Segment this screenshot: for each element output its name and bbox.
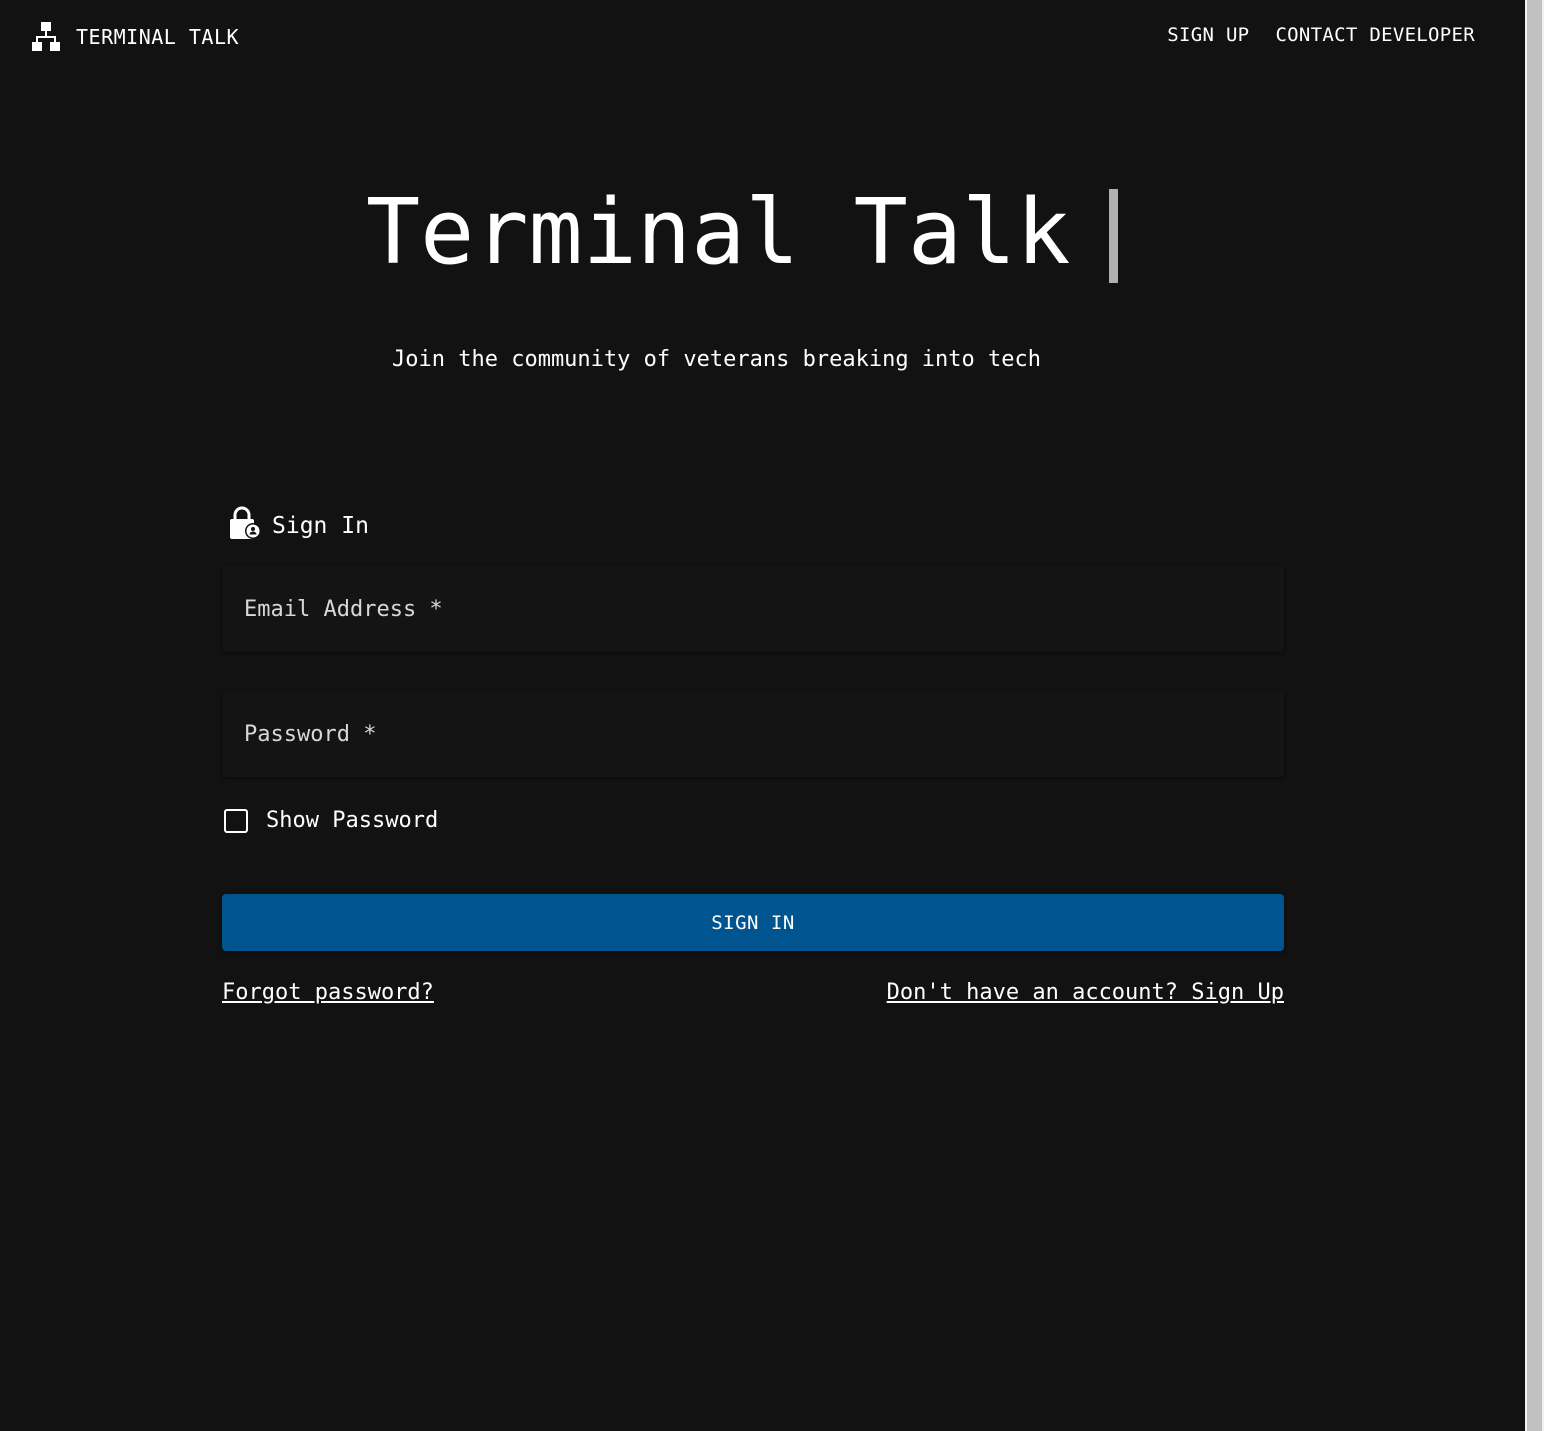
page: TERMINAL TALK SIGN UP CONTACT DEVELOPER … bbox=[0, 0, 1525, 1431]
lock-person-icon bbox=[226, 505, 262, 547]
sign-in-button[interactable]: SIGN IN bbox=[222, 894, 1284, 951]
brand-name: TERMINAL TALK bbox=[76, 25, 240, 49]
show-password-row: Show Password bbox=[222, 808, 438, 833]
forgot-password-link[interactable]: Forgot password? bbox=[222, 980, 434, 1005]
hero-title: Terminal Talk bbox=[366, 180, 1071, 285]
password-field bbox=[222, 691, 1284, 777]
top-nav: SIGN UP CONTACT DEVELOPER bbox=[1167, 24, 1475, 46]
password-input[interactable] bbox=[222, 691, 1284, 777]
show-password-checkbox[interactable] bbox=[224, 808, 248, 833]
sign-up-link[interactable]: Don't have an account? Sign Up bbox=[887, 980, 1284, 1005]
typing-cursor bbox=[1109, 189, 1118, 283]
nav-sign-up[interactable]: SIGN UP bbox=[1167, 24, 1249, 46]
nav-contact-developer[interactable]: CONTACT DEVELOPER bbox=[1275, 24, 1475, 46]
email-field bbox=[222, 566, 1284, 652]
app-bar: TERMINAL TALK SIGN UP CONTACT DEVELOPER bbox=[0, 0, 1525, 74]
sign-in-title: Sign In bbox=[272, 513, 369, 539]
hero-subtitle: Join the community of veterans breaking … bbox=[392, 347, 1042, 372]
email-input[interactable] bbox=[222, 566, 1284, 652]
vertical-scrollbar[interactable] bbox=[1525, 0, 1544, 1431]
show-password-label[interactable]: Show Password bbox=[266, 808, 438, 833]
brand[interactable]: TERMINAL TALK bbox=[32, 22, 239, 52]
sitemap-icon bbox=[32, 22, 60, 52]
sign-in-heading: Sign In bbox=[226, 505, 369, 547]
scrollbar-thumb[interactable] bbox=[1527, 0, 1542, 1431]
